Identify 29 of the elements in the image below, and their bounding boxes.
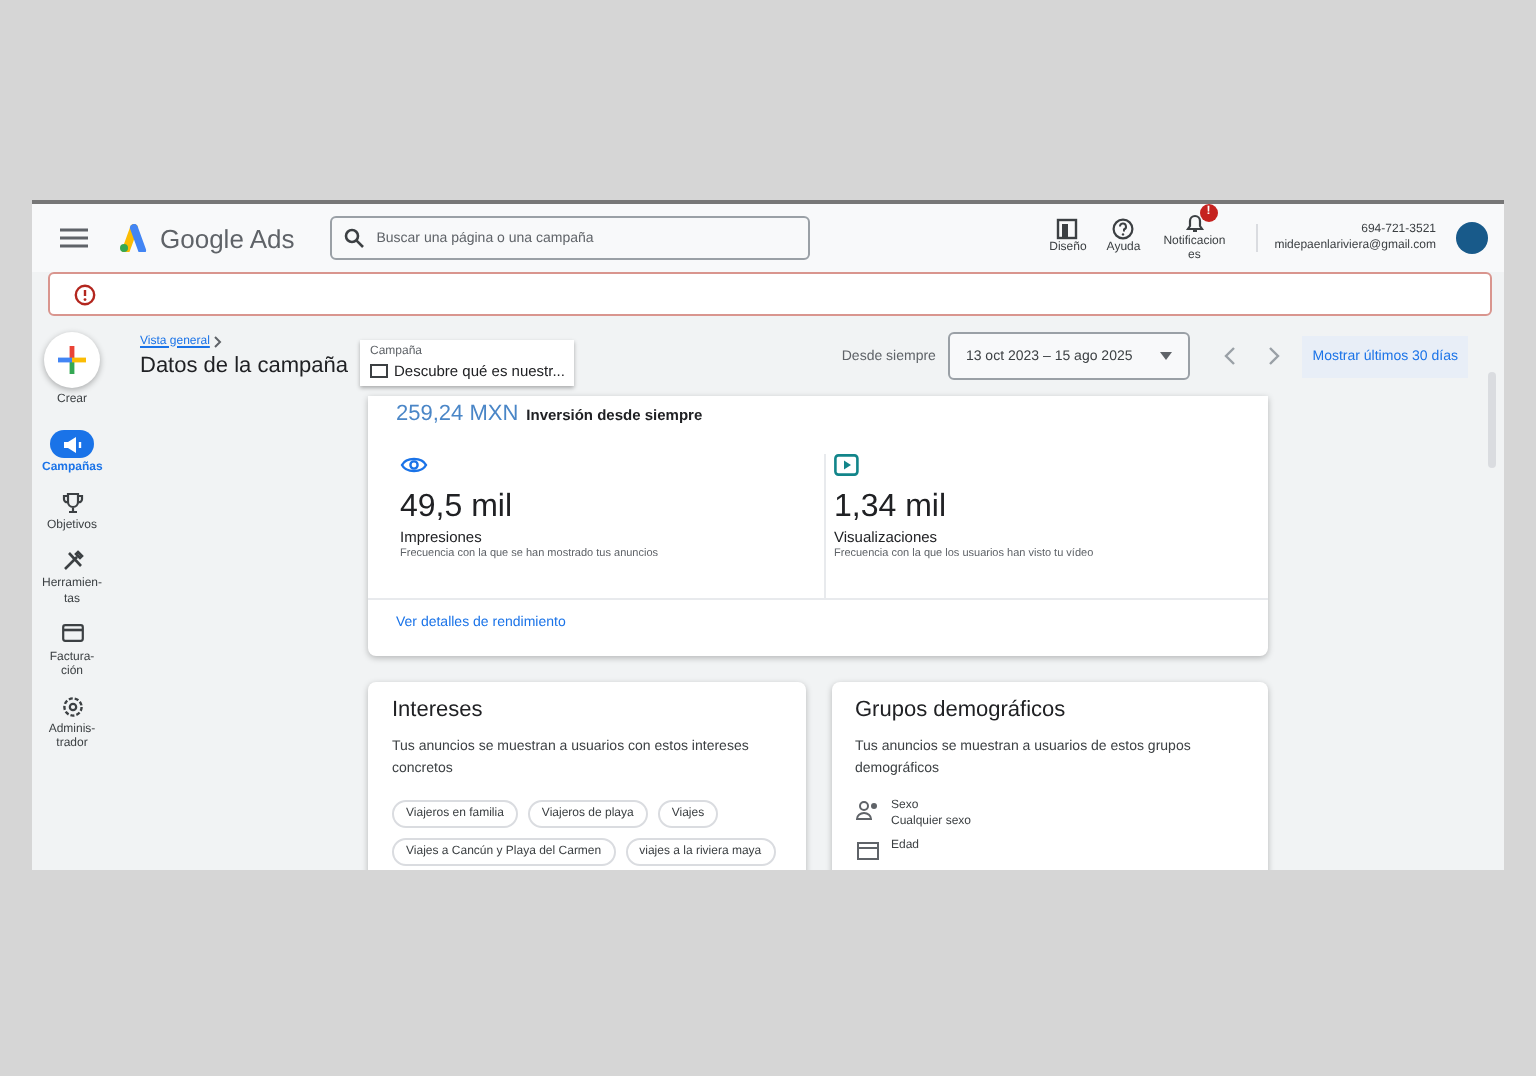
chevron-right-icon[interactable] (1268, 346, 1281, 366)
logo-icon (116, 224, 148, 252)
card-icon (61, 624, 83, 643)
error-icon (74, 283, 96, 305)
people-icon (855, 800, 879, 820)
gear-icon (61, 695, 83, 718)
chevron-left-icon[interactable] (1224, 346, 1237, 366)
caret-icon (1160, 352, 1173, 360)
eye-icon (400, 454, 428, 476)
menu-icon[interactable] (60, 228, 88, 248)
card-title: Grupos demográficos (855, 698, 1068, 722)
tools-icon (61, 549, 83, 572)
product-name: Google Ads (160, 223, 295, 253)
metric-value: 49,5 mil (400, 490, 515, 526)
help-icon (1112, 218, 1135, 241)
chevron-right-icon (213, 335, 222, 347)
megaphone-icon (61, 435, 83, 453)
create-button[interactable] (44, 332, 100, 388)
page-title: Datos de la campaña (140, 353, 348, 377)
card-title: Intereses (392, 698, 485, 722)
layout-icon (1056, 218, 1079, 241)
bell-icon (1183, 211, 1206, 234)
play-icon (834, 454, 862, 476)
calendar-icon (855, 840, 879, 860)
trophy-icon (61, 491, 83, 514)
plus-icon (58, 346, 86, 374)
avatar-icon[interactable] (1456, 222, 1488, 254)
metric-value: 1,34 mil (834, 490, 949, 526)
spend-amount: 259,24 MXN (396, 402, 519, 426)
